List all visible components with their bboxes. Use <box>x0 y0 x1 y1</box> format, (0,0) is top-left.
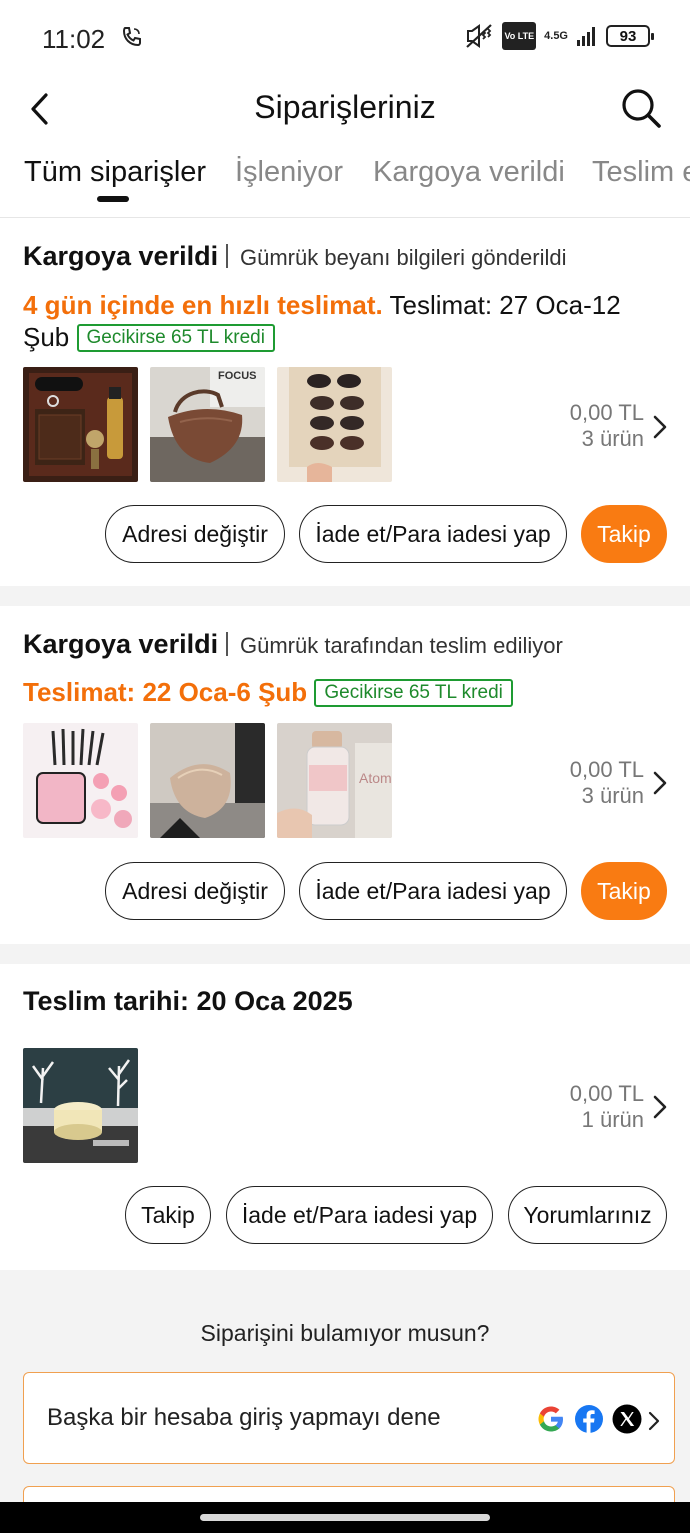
app-header: Siparişleriniz <box>0 75 690 145</box>
x-icon <box>612 1404 642 1434</box>
page-title: Siparişleriniz <box>254 89 436 125</box>
chevron-right-icon[interactable] <box>652 414 668 440</box>
change-address-button[interactable]: Adresi değiştir <box>105 505 285 563</box>
order-summary: 0,00 TL 3 ürün <box>570 400 644 452</box>
return-refund-button[interactable]: İade et/Para iadesi yap <box>226 1186 493 1244</box>
return-refund-button[interactable]: İade et/Para iadesi yap <box>299 862 567 920</box>
delivered-date: Teslim tarihi: 20 Oca 2025 <box>23 986 353 1016</box>
network-type: 4.5G <box>544 29 568 42</box>
tab-processing[interactable]: İşleniyor <box>235 156 343 189</box>
order-substatus: Gümrük beyanı bilgileri gönderildi <box>240 245 567 270</box>
order-status: Kargoya verildi <box>23 629 219 659</box>
cant-find-order-text: Siparişini bulamıyor musun? <box>200 1320 490 1346</box>
volte-icon: Vo LTE <box>502 22 537 50</box>
order-item-count: 3 ürün <box>581 783 644 808</box>
status-time: 11:02 <box>42 24 106 54</box>
product-thumbnail[interactable] <box>23 723 138 838</box>
late-credit-badge: Gecikirse 65 TL kredi <box>76 324 275 352</box>
product-thumbnail[interactable]: Atom <box>277 723 392 838</box>
social-login-icons <box>536 1404 642 1434</box>
product-thumbnail[interactable] <box>150 723 265 838</box>
order-status: Kargoya verildi <box>23 241 219 271</box>
search-icon[interactable] <box>620 87 662 129</box>
change-address-button[interactable]: Adresi değiştir <box>105 862 285 920</box>
svg-text:Atom: Atom <box>359 770 392 786</box>
order-card[interactable]: Teslim tarihi: 20 Oca 2025 0,00 TL 1 ürü… <box>0 964 690 1270</box>
return-refund-button[interactable]: İade et/Para iadesi yap <box>299 505 567 563</box>
order-summary: 0,00 TL 3 ürün <box>570 757 644 809</box>
order-price: 0,00 TL <box>569 757 644 782</box>
help-section: Siparişini bulamıyor musun? Başka bir he… <box>0 1270 690 1533</box>
chevron-right-icon <box>648 1411 660 1431</box>
track-button[interactable]: Takip <box>125 1186 211 1244</box>
tab-delivered[interactable]: Teslim e <box>592 156 690 189</box>
delivery-date: Teslimat: 22 Oca-6 Şub <box>23 677 308 707</box>
product-thumbnail[interactable] <box>277 367 392 482</box>
chevron-right-icon[interactable] <box>652 1094 668 1120</box>
order-price: 0,00 TL <box>569 400 644 425</box>
tab-all-orders[interactable]: Tüm siparişler <box>24 156 206 189</box>
google-icon <box>538 1406 563 1432</box>
order-price: 0,00 TL <box>569 1081 644 1106</box>
order-summary: 0,00 TL 1 ürün <box>570 1081 644 1133</box>
home-gesture-handle[interactable] <box>200 1514 490 1521</box>
product-thumbnail[interactable] <box>23 367 138 482</box>
battery-icon: 93 <box>606 25 654 47</box>
order-tabs: Tüm siparişler İşleniyor Kargoya verildi… <box>0 150 690 218</box>
product-thumbnail[interactable]: FOCUS <box>150 367 265 482</box>
card-separator <box>0 586 690 606</box>
login-other-account-label: Başka bir hesaba giriş yapmayı dene <box>47 1404 441 1431</box>
reviews-button[interactable]: Yorumlarınız <box>508 1186 667 1244</box>
mute-vibrate-icon <box>466 24 493 48</box>
svg-text:FOCUS: FOCUS <box>218 370 257 382</box>
status-icons: Vo LTE 4.5G 93 <box>464 22 654 50</box>
late-credit-badge: Gecikirse 65 TL kredi <box>314 679 513 707</box>
order-card[interactable]: Kargoya verildi Gümrük tarafından teslim… <box>0 606 690 944</box>
system-nav-bar <box>0 1502 690 1533</box>
order-card[interactable]: Kargoya verildi Gümrük beyanı bilgileri … <box>0 219 690 586</box>
tab-shipped[interactable]: Kargoya verildi <box>373 156 565 189</box>
order-item-count: 3 ürün <box>581 426 644 451</box>
card-separator <box>0 944 690 964</box>
delivery-info: 4 gün içinde en hızlı teslimat. Teslimat… <box>23 289 630 353</box>
product-thumbnail[interactable] <box>23 1048 138 1163</box>
status-divider <box>226 244 228 268</box>
fast-delivery-text: 4 gün içinde en hızlı teslimat. <box>23 290 383 320</box>
active-tab-indicator <box>97 196 129 202</box>
order-item-count: 1 ürün <box>581 1107 644 1132</box>
wifi-call-icon <box>122 27 141 47</box>
track-button[interactable]: Takip <box>581 862 667 920</box>
status-divider <box>226 632 228 656</box>
track-button[interactable]: Takip <box>581 505 667 563</box>
chevron-right-icon[interactable] <box>652 770 668 796</box>
signal-icon <box>577 27 595 46</box>
status-bar: 11:02 Vo LTE 4.5G 93 <box>0 0 690 75</box>
delivery-info: Teslimat: 22 Oca-6 Şub Gecikirse 65 TL k… <box>23 676 630 708</box>
order-substatus: Gümrük tarafından teslim ediliyor <box>240 633 563 658</box>
login-other-account-button[interactable]: Başka bir hesaba giriş yapmayı dene <box>23 1372 675 1464</box>
facebook-icon <box>575 1405 603 1433</box>
